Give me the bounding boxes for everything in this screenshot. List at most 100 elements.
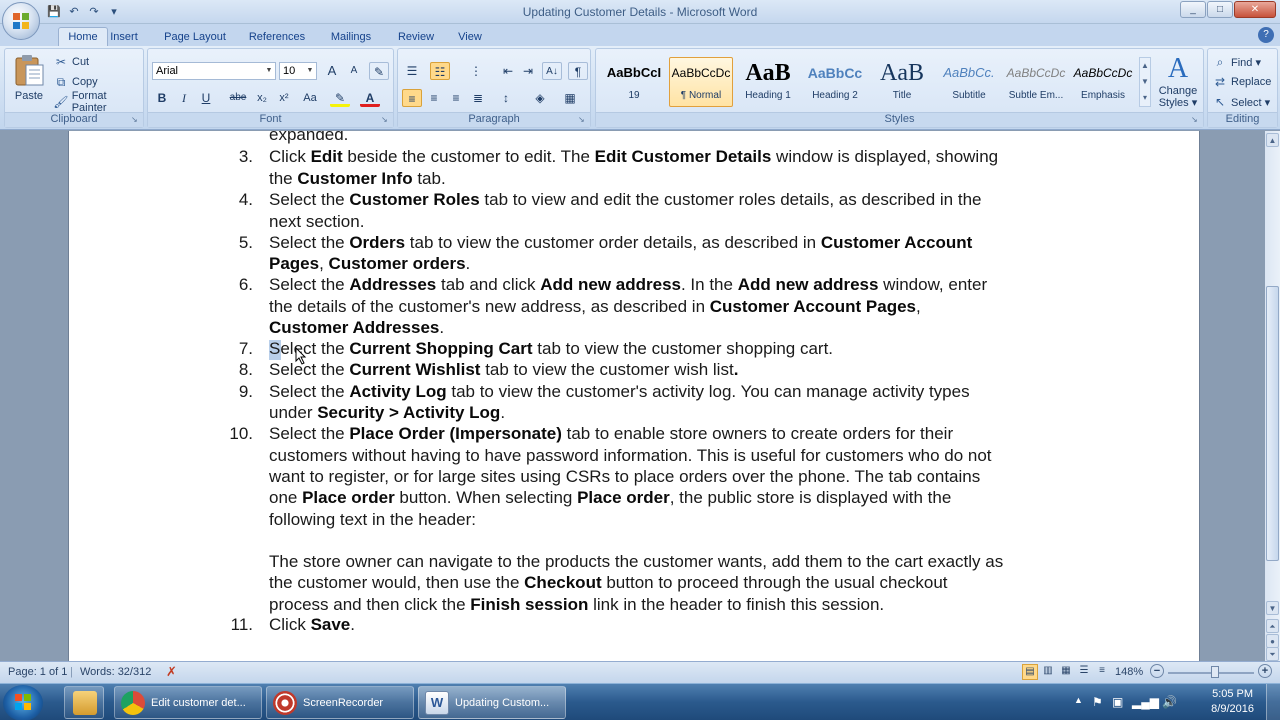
format-painter-button[interactable]: 🖌 Format Painter xyxy=(53,90,143,114)
gallery-scroll[interactable]: ▲ ▼ ▾ xyxy=(1139,57,1151,107)
change-case-button[interactable]: Aa xyxy=(298,89,322,107)
customize-qat-icon[interactable]: ▾ xyxy=(106,4,122,20)
font-color-button[interactable]: A xyxy=(360,89,380,107)
vertical-scrollbar[interactable]: ▲ ▼ ⏶ ● ⏷ xyxy=(1265,131,1280,661)
bullets-icon[interactable]: ☰ xyxy=(402,62,422,80)
style-item[interactable]: AaBbCcDc Emphasis xyxy=(1071,57,1135,107)
document-line[interactable]: Customer Addresses. xyxy=(269,318,444,338)
tab-insert[interactable]: Insert xyxy=(104,28,144,46)
sort-button[interactable]: A↓ xyxy=(542,62,562,80)
strikethrough-button[interactable]: abe xyxy=(228,89,248,107)
action-center-icon[interactable]: ⚑ xyxy=(1092,695,1103,709)
italic-button[interactable]: I xyxy=(174,89,194,107)
redo-icon[interactable]: ↷ xyxy=(86,4,102,20)
zoom-in-button[interactable]: + xyxy=(1258,664,1272,678)
explorer-taskbar-button[interactable] xyxy=(64,686,104,719)
select-button[interactable]: ↖ Select ▾ xyxy=(1212,93,1270,111)
style-item[interactable]: AaBbCcI 19 xyxy=(602,57,666,107)
document-line[interactable]: Select the Addresses tab and click Add n… xyxy=(269,275,987,295)
document-line[interactable]: Select the Current Shopping Cart tab to … xyxy=(269,339,833,359)
change-styles-button[interactable]: A Change Styles ▾ xyxy=(1155,53,1201,113)
align-left-icon[interactable]: ≡ xyxy=(402,89,422,107)
document-line[interactable]: next section. xyxy=(269,212,364,232)
scroll-down-icon[interactable]: ▼ xyxy=(1266,601,1279,615)
line-spacing-icon[interactable]: ↕ xyxy=(496,89,516,107)
tab-page-layout[interactable]: Page Layout xyxy=(160,28,230,46)
document-line[interactable]: process and then click the Finish sessio… xyxy=(269,595,884,615)
align-center-icon[interactable]: ≡ xyxy=(424,89,444,107)
find-button[interactable]: ⌕ Find ▾ xyxy=(1212,53,1261,71)
tab-references[interactable]: References xyxy=(244,28,310,46)
bold-button[interactable]: B xyxy=(152,89,172,107)
dialog-launcher-icon[interactable]: ↘ xyxy=(1191,115,1201,125)
document-line[interactable]: Click Edit beside the customer to edit. … xyxy=(269,147,998,167)
document-line[interactable]: Select the Activity Log tab to view the … xyxy=(269,382,970,402)
show-marks-button[interactable]: ¶ xyxy=(568,62,588,80)
grow-font-button[interactable]: A xyxy=(322,62,342,80)
document-line[interactable]: the Customer Info tab. xyxy=(269,169,446,189)
scroll-up-icon[interactable]: ▲ xyxy=(1266,133,1279,147)
tab-mailings[interactable]: Mailings xyxy=(324,28,378,46)
zoom-level[interactable]: 148% xyxy=(1115,666,1143,678)
borders-icon[interactable]: ▦ xyxy=(560,89,580,107)
document-line[interactable]: under Security > Activity Log. xyxy=(269,403,505,423)
document-line[interactable]: one Place order button. When selecting P… xyxy=(269,488,951,508)
close-button[interactable]: ✕ xyxy=(1234,1,1276,18)
previous-page-icon[interactable]: ⏶ xyxy=(1266,619,1279,633)
document-line[interactable]: The store owner can navigate to the prod… xyxy=(269,552,1003,572)
select-browse-object-icon[interactable]: ● xyxy=(1266,634,1279,648)
page-count[interactable]: Page: 1 of 1 xyxy=(8,666,67,678)
align-right-icon[interactable]: ≡ xyxy=(446,89,466,107)
tab-view[interactable]: View xyxy=(452,28,488,46)
numbering-icon[interactable]: ☷ xyxy=(430,62,450,80)
taskbar-app-screenrecorder[interactable]: ScreenRecorder xyxy=(266,686,414,719)
paste-button[interactable]: Paste xyxy=(9,53,49,113)
shading-icon[interactable]: ◈ xyxy=(530,89,550,107)
show-hidden-icons-icon[interactable]: ▲ xyxy=(1074,695,1083,705)
zoom-out-button[interactable]: − xyxy=(1150,664,1164,678)
document-line[interactable]: Select the Customer Roles tab to view an… xyxy=(269,190,981,210)
scroll-thumb[interactable] xyxy=(1266,286,1279,561)
taskbar-app-chrome[interactable]: Edit customer det... xyxy=(114,686,262,719)
document-page[interactable]: expanded. 3. Click Edit beside the custome… xyxy=(68,131,1200,661)
device-icon[interactable]: ▣ xyxy=(1112,695,1123,709)
document-line[interactable]: Click Save. xyxy=(269,615,355,635)
word-count[interactable]: Words: 32/312 xyxy=(80,666,151,678)
volume-icon[interactable]: 🔊 xyxy=(1162,695,1177,709)
save-icon[interactable]: 💾 xyxy=(46,4,62,20)
style-item[interactable]: AaBbCc. Subtitle xyxy=(937,57,1001,107)
outline-icon[interactable]: ☰ xyxy=(1076,664,1092,680)
start-button[interactable] xyxy=(3,685,43,720)
increase-indent-icon[interactable]: ⇥ xyxy=(518,62,538,80)
draft-icon[interactable]: ≡ xyxy=(1094,664,1110,680)
dialog-launcher-icon[interactable]: ↘ xyxy=(381,115,391,125)
zoom-slider-thumb[interactable] xyxy=(1211,666,1219,678)
show-desktop-button[interactable] xyxy=(1266,684,1280,720)
clear-formatting-icon[interactable]: ✎ xyxy=(369,62,389,80)
style-item[interactable]: AaB Title xyxy=(870,57,934,107)
font-name-combo[interactable]: Arial ▼ xyxy=(152,62,276,80)
copy-button[interactable]: ⧉ Copy xyxy=(53,73,98,91)
subscript-button[interactable]: x₂ xyxy=(252,89,272,107)
full-screen-reading-icon[interactable]: ▥ xyxy=(1040,664,1056,680)
tab-home[interactable]: Home xyxy=(58,27,108,46)
style-item[interactable]: AaB Heading 1 xyxy=(736,57,800,107)
decrease-indent-icon[interactable]: ⇤ xyxy=(498,62,518,80)
document-line[interactable]: following text in the header: xyxy=(269,510,476,530)
document-line[interactable]: Select the Orders tab to view the custom… xyxy=(269,233,972,253)
document-line[interactable]: the details of the customer's new addres… xyxy=(269,297,921,317)
replace-button[interactable]: ⇄ Replace xyxy=(1212,73,1271,91)
document-line[interactable]: Select the Current Wishlist tab to view … xyxy=(269,360,738,380)
undo-icon[interactable]: ↶ xyxy=(66,4,82,20)
dialog-launcher-icon[interactable]: ↘ xyxy=(578,115,588,125)
tab-review[interactable]: Review xyxy=(392,28,440,46)
document-line[interactable]: Pages, Customer orders. xyxy=(269,254,470,274)
multilevel-list-icon[interactable]: ⋮ xyxy=(466,62,486,80)
proofing-icon[interactable]: ✗ xyxy=(166,664,177,680)
maximize-button[interactable]: □ xyxy=(1207,1,1233,18)
print-layout-icon[interactable]: ▤ xyxy=(1022,664,1038,680)
network-icon[interactable]: ▂▄▆ xyxy=(1132,695,1159,709)
office-button[interactable] xyxy=(2,2,40,40)
next-page-icon[interactable]: ⏷ xyxy=(1266,647,1279,661)
shrink-font-button[interactable]: A xyxy=(344,62,364,80)
